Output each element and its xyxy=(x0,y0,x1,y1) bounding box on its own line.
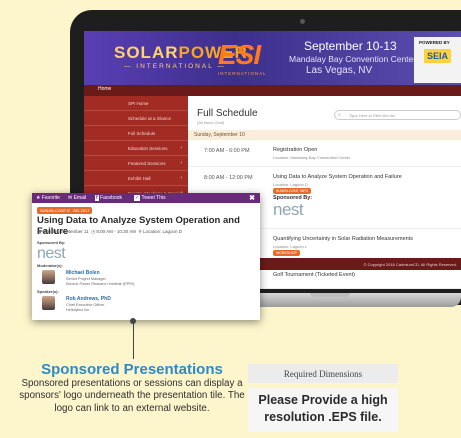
search-input[interactable]: Type Here to Filter the list xyxy=(334,110,461,120)
avatar xyxy=(42,296,55,310)
table-row[interactable]: 7:00 AM - 6:00 PM Registration Open Loca… xyxy=(188,140,461,167)
event-city: Las Vegas, NV xyxy=(306,65,373,76)
sidebar-item-exhibit-hall[interactable]: Exhibit Hall › xyxy=(84,171,188,186)
row-event[interactable]: Registration Open xyxy=(273,147,317,153)
page-subtitle: (All times Gold) xyxy=(197,120,225,125)
session-tag: SEI 2017 xyxy=(70,207,93,214)
moderator-name[interactable]: Michael Bolen xyxy=(66,270,100,276)
row-location: Location: Lagoon L xyxy=(273,244,308,249)
row-location: Location: Mandalay Bay Convention Center xyxy=(273,155,351,160)
favorite-button[interactable]: ★ Favorite xyxy=(36,195,60,201)
moderator-org: Electric Power Research Institute (EPRI) xyxy=(66,282,135,286)
top-nav xyxy=(84,85,461,96)
tweet-button[interactable]: ✓ Tweet This xyxy=(134,195,166,201)
facebook-icon: f xyxy=(95,195,99,201)
location-pin-icon: ⚲ xyxy=(138,229,142,234)
event-date: September 10-13 xyxy=(304,39,397,53)
requirements-body: Please Provide a high resolution .EPS fi… xyxy=(248,388,398,432)
session-popup: ★ Favorite ✉ Email f Facebook ✓ Tweet Th… xyxy=(32,193,260,320)
callout-body: Sponsored presentations or sessions can … xyxy=(19,378,245,414)
row-event[interactable]: Quantifying Uncertainty in Solar Radiati… xyxy=(273,236,413,242)
callout-heading: Sponsored Presentations xyxy=(41,361,223,378)
row-event[interactable]: Using Data to Analyze System Operation a… xyxy=(273,174,402,180)
requirements-heading: Required Dimensions xyxy=(248,364,398,383)
sidebar-item-schedule-glance[interactable]: Schedule at a Glance xyxy=(84,111,188,126)
avatar xyxy=(42,270,55,284)
sidebar-item-full-schedule[interactable]: Full Schedule xyxy=(84,126,188,141)
seia-logo[interactable]: SEIA xyxy=(424,49,452,63)
logo-subtitle: — INTERNATIONAL — xyxy=(124,63,226,70)
row-time: 7:00 AM - 6:00 PM xyxy=(204,148,250,154)
speaker-org: Heliolytics Inc. xyxy=(66,308,91,312)
moderators-label: Moderator(s): xyxy=(37,263,63,268)
row-location: Location: Lagoon D xyxy=(273,182,308,187)
twitter-icon: ✓ xyxy=(134,195,141,201)
speaker-role: Chief Executive Officer xyxy=(66,303,105,307)
chevron-right-icon: › xyxy=(180,160,182,166)
speakers-label: Speaker(s): xyxy=(37,289,59,294)
moderator-role: Senior Project Manager xyxy=(66,277,106,281)
facebook-button[interactable]: f Facebook xyxy=(95,195,122,201)
event-banner: SOLARPOWER — INTERNATIONAL — ESI INTERNA… xyxy=(84,31,461,85)
chevron-right-icon: › xyxy=(180,175,182,181)
search-icon: ⌕ xyxy=(338,112,341,118)
camera-icon xyxy=(300,19,305,24)
event-venue: Mandalay Bay Convention Center xyxy=(289,54,417,64)
speaker-name[interactable]: Rob Andrews, PhD xyxy=(66,296,111,302)
nest-logo[interactable]: nest xyxy=(273,200,304,220)
sidebar-item-featured[interactable]: Featured Sessions › xyxy=(84,156,188,171)
esi-logo-subtitle: INTERNATIONAL xyxy=(218,71,267,76)
day-header: Sunday, September 10 xyxy=(188,130,461,140)
close-icon[interactable]: ✖ xyxy=(249,194,255,202)
callout-line xyxy=(133,321,134,359)
chevron-right-icon: › xyxy=(180,145,182,151)
row-tag: WORKSHOP xyxy=(273,250,300,256)
row-event[interactable]: Golf Tournament (Ticketed Event) xyxy=(273,272,355,278)
email-button[interactable]: ✉ Email xyxy=(68,195,86,201)
nav-home-link[interactable]: Home xyxy=(98,86,111,92)
clock-icon: ◷ xyxy=(91,229,96,234)
calendar-icon: ▦ xyxy=(37,229,42,234)
session-meta: ▦ Monday, September 11 ◷ 8:00 AM - 10:30… xyxy=(37,229,183,234)
powered-by-label: POWERED BY xyxy=(419,40,450,45)
row-time: 8:00 AM - 12:00 PM xyxy=(204,175,253,181)
page-title: Full Schedule xyxy=(197,108,258,119)
row-tag: SUN/IN-CONT INFO xyxy=(273,188,312,194)
sidebar-item-education[interactable]: Education Sessions › xyxy=(84,141,188,156)
laptop-notch xyxy=(310,293,350,297)
esi-logo[interactable]: ESI xyxy=(218,39,261,71)
sidebar-item-spi-home[interactable]: SPI Home xyxy=(84,96,188,111)
sponsor-nest-logo[interactable]: nest xyxy=(37,245,66,263)
